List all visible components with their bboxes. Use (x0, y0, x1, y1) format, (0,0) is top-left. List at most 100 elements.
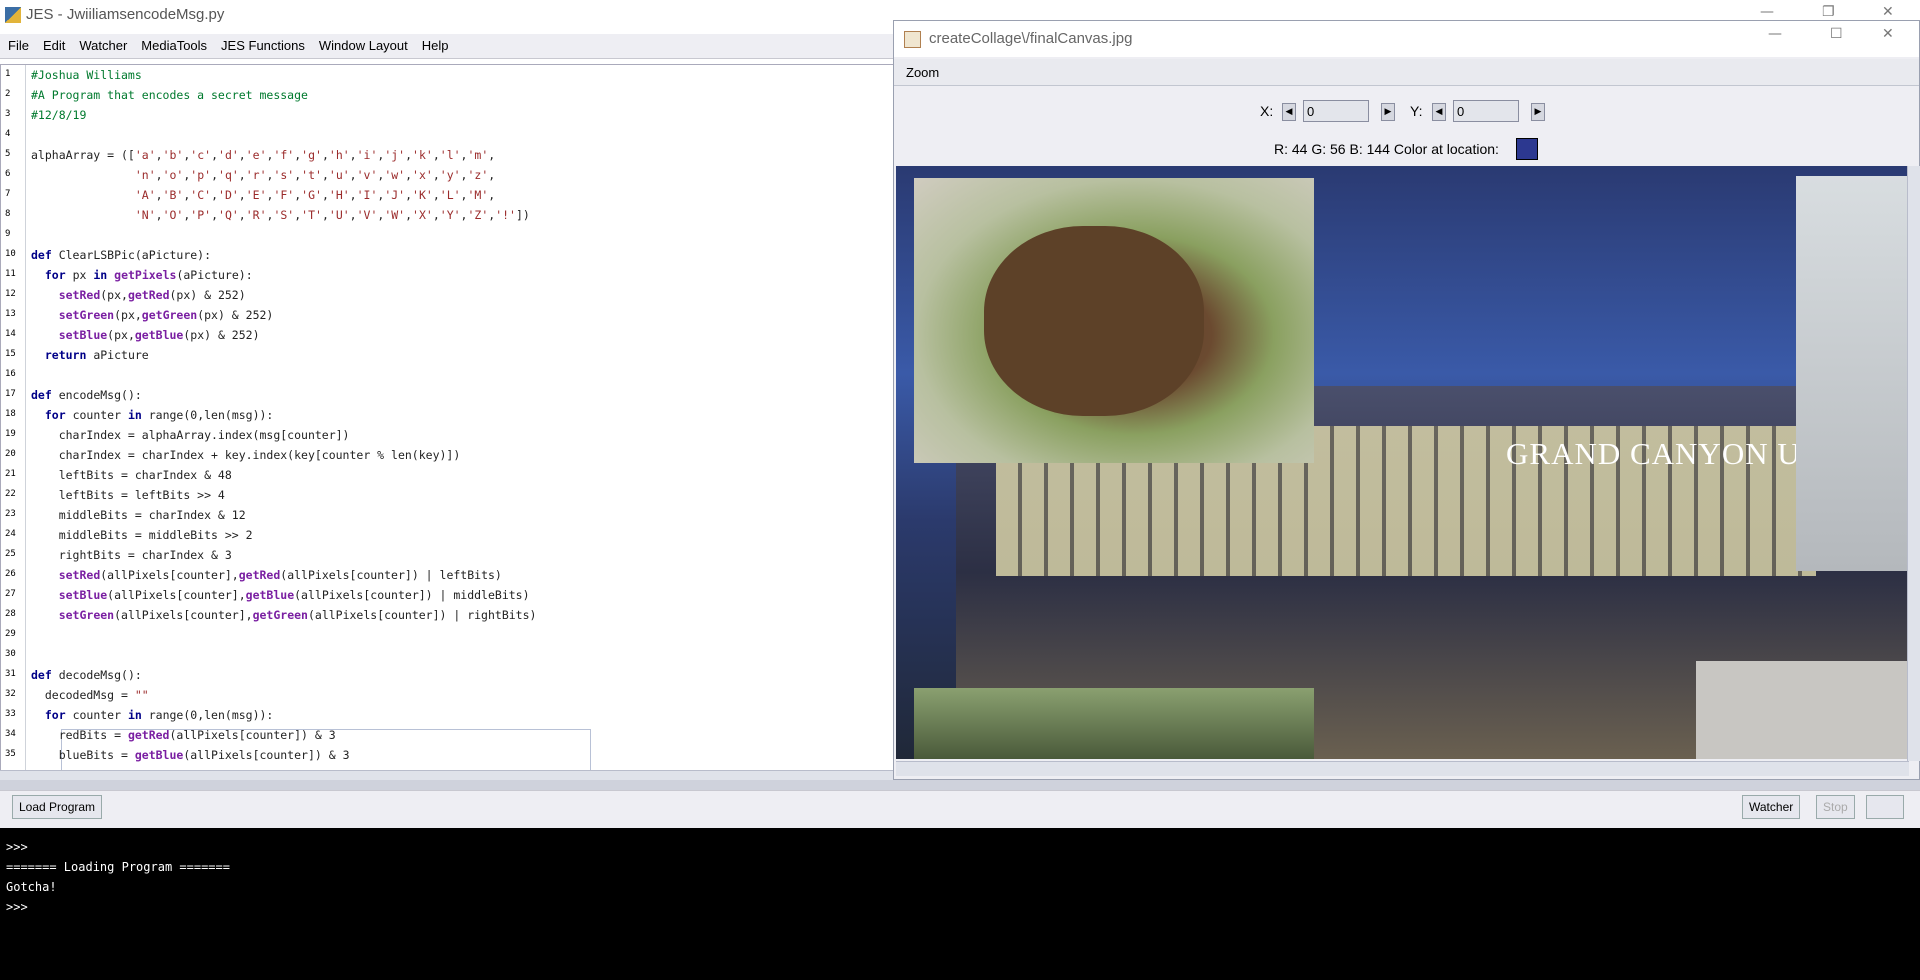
close-icon[interactable]: ✕ (1882, 4, 1894, 20)
menu-mediatools[interactable]: MediaTools (133, 34, 213, 53)
code-line[interactable]: rightBits = charIndex & 3 (31, 548, 232, 562)
console-line: ======= Loading Program ======= (6, 860, 230, 874)
code-line[interactable]: leftBits = charIndex & 48 (31, 468, 232, 482)
line-number: 29 (5, 629, 16, 639)
code-line[interactable]: setBlue(px,getBlue(px) & 252) (31, 328, 260, 342)
code-line[interactable]: for px in getPixels(aPicture): (31, 268, 253, 282)
line-number: 26 (5, 569, 16, 579)
restore-icon[interactable]: ❐ (1822, 4, 1835, 20)
code-line[interactable]: setGreen(allPixels[counter],getGreen(all… (31, 608, 537, 622)
crowd-photo (1796, 176, 1909, 571)
bear-figure (984, 226, 1204, 416)
code-line[interactable]: charIndex = alphaArray.index(msg[counter… (31, 428, 350, 442)
menu-file[interactable]: File (0, 34, 35, 53)
line-number: 28 (5, 609, 16, 619)
code-line[interactable]: #A Program that encodes a secret message (31, 88, 308, 102)
explorer-horizontal-scrollbar[interactable] (896, 761, 1909, 776)
code-line[interactable]: 'A','B','C','D','E','F','G','H','I','J',… (31, 188, 495, 202)
y-coordinate-field[interactable]: 0 (1453, 100, 1519, 122)
code-line[interactable]: def encodeMsg(): (31, 388, 142, 402)
jes-app-icon (5, 7, 21, 23)
line-number: 31 (5, 669, 16, 679)
line-number: 1 (5, 69, 11, 79)
load-program-button[interactable]: Load Program (12, 795, 103, 819)
x-increment-button[interactable]: ▶ (1381, 103, 1395, 121)
line-number: 8 (5, 209, 11, 219)
speed-field[interactable] (1866, 795, 1904, 819)
split-pane-divider[interactable] (0, 780, 1920, 790)
line-number-gutter: 1 2 3 4 5 6 7 8 9 10 11 12 13 14 15 16 17 18 19 20 21 22 23 24 2… (1, 65, 26, 771)
line-number: 16 (5, 369, 16, 379)
line-number: 12 (5, 289, 16, 299)
code-line[interactable]: 'n','o','p','q','r','s','t','u','v','w',… (31, 168, 495, 182)
line-number: 30 (5, 649, 16, 659)
console-line: >>> (6, 840, 28, 854)
code-line[interactable]: return aPicture (31, 348, 149, 362)
stop-button[interactable]: Stop (1816, 795, 1855, 819)
code-line[interactable]: setRed(allPixels[counter],getRed(allPixe… (31, 568, 502, 582)
line-number: 15 (5, 349, 16, 359)
code-line[interactable]: middleBits = charIndex & 12 (31, 508, 246, 522)
explorer-maximize-icon[interactable]: ☐ (1830, 26, 1843, 42)
line-number: 6 (5, 169, 11, 179)
menu-edit[interactable]: Edit (35, 34, 71, 53)
explorer-minimize-icon[interactable]: — (1768, 26, 1782, 42)
code-line[interactable]: setGreen(px,getGreen(px) & 252) (31, 308, 274, 322)
watcher-button[interactable]: Watcher (1742, 795, 1801, 819)
x-decrement-button[interactable]: ◀ (1282, 103, 1296, 121)
snow-photo (1696, 661, 1909, 759)
command-console[interactable]: >>> ======= Loading Program ======= Gotcha… (0, 828, 1920, 980)
code-line[interactable]: alphaArray = (['a','b','c','d','e','f','… (31, 148, 495, 162)
y-increment-button[interactable]: ▶ (1531, 103, 1545, 121)
code-line[interactable]: charIndex = charIndex + key.index(key[co… (31, 448, 461, 462)
line-number: 5 (5, 149, 11, 159)
code-line[interactable]: for counter in range(0,len(msg)): (31, 408, 274, 422)
code-line[interactable]: 'N','O','P','Q','R','S','T','U','V','W',… (31, 208, 530, 222)
line-number: 3 (5, 109, 11, 119)
menu-window-layout[interactable]: Window Layout (311, 34, 414, 53)
console-line: Gotcha! (6, 880, 57, 894)
code-line[interactable]: leftBits = leftBits >> 4 (31, 488, 225, 502)
code-line[interactable]: setRed(px,getRed(px) & 252) (31, 288, 246, 302)
x-label: X: (1260, 103, 1274, 119)
code-line[interactable]: def ClearLSBPic(aPicture): (31, 248, 211, 262)
line-number: 23 (5, 509, 16, 519)
menu-jes-functions[interactable]: JES Functions (213, 34, 311, 53)
menu-zoom[interactable]: Zoom (906, 65, 939, 80)
code-line[interactable]: setBlue(allPixels[counter],getBlue(allPi… (31, 588, 530, 602)
code-line[interactable]: #12/8/19 (31, 108, 86, 122)
line-number: 2 (5, 89, 11, 99)
picture-explorer-window: createCollage\/finalCanvas.jpg — ☐ ✕ Zoo… (893, 20, 1920, 780)
explorer-close-icon[interactable]: ✕ (1882, 26, 1894, 42)
line-number: 33 (5, 709, 16, 719)
menu-bar: File Edit Watcher MediaTools JES Functions Wi… (0, 34, 896, 59)
line-number: 32 (5, 689, 16, 699)
code-line[interactable]: blueBits = getBlue(allPixels[counter]) &… (31, 748, 350, 762)
picture-canvas[interactable]: GRAND CANYON UNIVER (896, 166, 1909, 759)
bear-photo (914, 178, 1314, 463)
minimize-icon[interactable]: — (1760, 4, 1774, 20)
line-number: 24 (5, 529, 16, 539)
code-line[interactable]: for counter in range(0,len(msg)): (31, 708, 274, 722)
rabbit-photo (914, 688, 1314, 759)
code-line[interactable]: middleBits = middleBits >> 2 (31, 528, 253, 542)
y-decrement-button[interactable]: ◀ (1432, 103, 1446, 121)
line-number: 18 (5, 409, 16, 419)
explorer-vertical-scrollbar[interactable] (1907, 166, 1920, 761)
code-line[interactable]: decodedMsg = "" (31, 688, 149, 702)
line-number: 9 (5, 229, 11, 239)
code-line[interactable]: redBits = getRed(allPixels[counter]) & 3 (31, 728, 336, 742)
line-number: 7 (5, 189, 11, 199)
line-number: 34 (5, 729, 16, 739)
color-readout: R: 44 G: 56 B: 144 Color at location: (1274, 141, 1499, 157)
explorer-title: createCollage\/finalCanvas.jpg (929, 30, 1133, 47)
command-toolbar (0, 790, 1920, 829)
line-number: 35 (5, 749, 16, 759)
code-line[interactable]: #Joshua Williams (31, 68, 142, 82)
code-editor[interactable]: 1 2 3 4 5 6 7 8 9 10 11 12 13 14 15 16 17 18 19 20 21 22 23 24 2… (0, 64, 895, 772)
line-number: 21 (5, 469, 16, 479)
code-line[interactable]: def decodeMsg(): (31, 668, 142, 682)
menu-watcher[interactable]: Watcher (71, 34, 133, 53)
x-coordinate-field[interactable]: 0 (1303, 100, 1369, 122)
menu-help[interactable]: Help (414, 34, 455, 53)
